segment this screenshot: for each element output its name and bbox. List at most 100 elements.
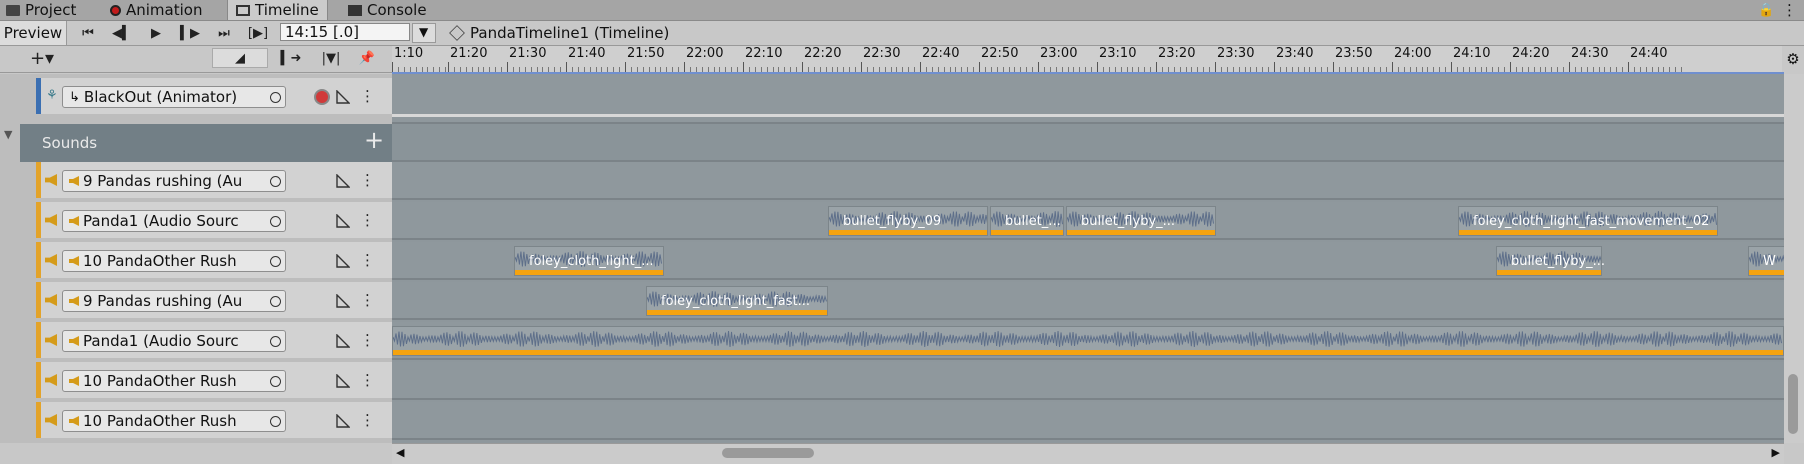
track-header-audio[interactable]: 10 PandaOther Rush ⋮ bbox=[36, 402, 392, 440]
curves-icon[interactable] bbox=[336, 254, 350, 268]
pin-icon[interactable]: 📌 bbox=[352, 48, 382, 68]
track-header-audio[interactable]: 9 Pandas rushing (Au ⋮ bbox=[36, 282, 392, 320]
group-expander[interactable]: ▼ bbox=[0, 124, 20, 162]
track-menu-icon[interactable]: ⋮ bbox=[360, 87, 375, 105]
goto-end-icon[interactable]: ⏭ bbox=[210, 23, 238, 43]
animator-object-field[interactable]: ↳ BlackOut (Animator) bbox=[62, 86, 286, 108]
audio-clip[interactable]: bullet_... bbox=[990, 206, 1064, 236]
curves-icon[interactable] bbox=[336, 374, 350, 388]
add-track-button[interactable]: +▾ bbox=[22, 48, 62, 69]
timeline-clip-area[interactable]: bullet_flyby_09 bullet_... bullet_flyby_..… bbox=[392, 74, 1784, 443]
track-header-audio[interactable]: 9 Pandas rushing (Au ⋮ bbox=[36, 162, 392, 200]
lane-audio[interactable] bbox=[392, 282, 1784, 320]
breadcrumb[interactable]: PandaTimeline1 (Timeline) bbox=[449, 21, 669, 45]
track-header-audio[interactable]: Panda1 (Audio Sourc ⋮ bbox=[36, 322, 392, 360]
object-picker-icon[interactable] bbox=[270, 295, 281, 307]
scroll-right-icon[interactable]: ▶ bbox=[1772, 446, 1780, 459]
lane-audio[interactable] bbox=[392, 162, 1784, 200]
object-picker-icon[interactable] bbox=[270, 335, 281, 347]
track-menu-icon[interactable]: ⋮ bbox=[360, 371, 375, 389]
add-track-icon[interactable]: + bbox=[364, 126, 384, 154]
audio-source-icon bbox=[69, 176, 79, 186]
track-header-animator[interactable]: ⚘ ↳ BlackOut (Animator) ⋮ bbox=[36, 78, 392, 116]
ruler-tick bbox=[566, 62, 567, 72]
audio-clip[interactable]: foley_cloth_light_... bbox=[514, 246, 664, 276]
audio-source-field[interactable]: 10 PandaOther Rush bbox=[62, 250, 286, 272]
audio-clip[interactable]: foley_cloth_light_fast_movement_02 bbox=[1458, 206, 1718, 236]
audio-source-field[interactable]: Panda1 (Audio Sourc bbox=[62, 330, 286, 352]
horizontal-scroll-thumb[interactable] bbox=[722, 448, 814, 458]
track-header-audio[interactable]: 10 PandaOther Rush ⋮ bbox=[36, 362, 392, 400]
clip-label: W bbox=[1763, 254, 1776, 269]
audio-clip[interactable]: W bbox=[1748, 246, 1784, 276]
ruler-minor-tick bbox=[1622, 67, 1624, 72]
window-menu-icon[interactable]: ⋮ bbox=[1782, 0, 1797, 20]
track-menu-icon[interactable]: ⋮ bbox=[360, 251, 375, 269]
curves-icon[interactable] bbox=[336, 174, 350, 188]
scroll-left-icon[interactable]: ◀ bbox=[396, 446, 404, 459]
play-icon[interactable]: ▶ bbox=[142, 23, 170, 43]
track-menu-icon[interactable]: ⋮ bbox=[360, 411, 375, 429]
audio-source-field[interactable]: 9 Pandas rushing (Au bbox=[62, 170, 286, 192]
track-menu-icon[interactable]: ⋮ bbox=[360, 171, 375, 189]
record-icon[interactable] bbox=[314, 89, 330, 105]
curves-icon[interactable] bbox=[336, 334, 350, 348]
tab-project[interactable]: Project bbox=[6, 0, 76, 20]
time-ruler[interactable]: 1:10 21:20 21:30 21:40 21:50 22:00 22:10 22:20 2… bbox=[392, 46, 1784, 75]
previous-frame-icon[interactable]: ◀▍ bbox=[108, 23, 136, 43]
tab-animation[interactable]: Animation bbox=[110, 0, 202, 20]
audio-clip[interactable]: foley_cloth_light_fast... bbox=[646, 286, 828, 316]
tab-timeline[interactable]: Timeline bbox=[227, 0, 328, 20]
goto-start-icon[interactable]: ⏮ bbox=[74, 23, 102, 43]
curves-icon[interactable] bbox=[336, 90, 350, 104]
audio-source-field[interactable]: 10 PandaOther Rush bbox=[62, 370, 286, 392]
ruler-minor-tick bbox=[471, 67, 473, 72]
track-group-sounds[interactable]: Sounds + bbox=[20, 124, 392, 162]
audio-clip-long[interactable] bbox=[392, 326, 1784, 356]
lane-audio[interactable] bbox=[392, 402, 1784, 440]
next-frame-icon[interactable]: ▍▶ bbox=[176, 23, 204, 43]
time-field[interactable]: 14:15 [.0] bbox=[280, 23, 410, 41]
preview-button[interactable]: Preview bbox=[0, 21, 67, 45]
object-picker-icon[interactable] bbox=[270, 91, 281, 103]
audio-clip[interactable]: bullet_flyby_... bbox=[1496, 246, 1605, 276]
curves-icon[interactable] bbox=[336, 294, 350, 308]
track-menu-icon[interactable]: ⋮ bbox=[360, 211, 375, 229]
ruler-minor-tick bbox=[518, 67, 520, 72]
track-header-audio[interactable]: Panda1 (Audio Sourc ⋮ bbox=[36, 202, 392, 240]
timeline-asset-icon bbox=[449, 25, 465, 41]
tab-console[interactable]: Console bbox=[348, 0, 427, 20]
object-picker-icon[interactable] bbox=[270, 375, 281, 387]
record-icon bbox=[110, 4, 121, 16]
play-range-icon[interactable]: [▶] bbox=[244, 23, 272, 43]
track-menu-icon[interactable]: ⋮ bbox=[360, 291, 375, 309]
curves-icon[interactable] bbox=[336, 214, 350, 228]
ruler-minor-tick bbox=[595, 67, 597, 72]
replace-mode-icon[interactable]: |▼| bbox=[316, 48, 346, 68]
audio-track-icon bbox=[45, 174, 57, 186]
audio-source-field[interactable]: 9 Pandas rushing (Au bbox=[62, 290, 286, 312]
audio-clip[interactable]: bullet_flyby_09 bbox=[828, 206, 988, 236]
time-format-dropdown[interactable]: ▼ bbox=[412, 23, 436, 43]
audio-clip[interactable]: bullet_flyby_... bbox=[1066, 206, 1216, 236]
ruler-minor-tick bbox=[1091, 67, 1093, 72]
vertical-scroll-thumb[interactable] bbox=[1788, 374, 1798, 434]
ripple-mode-icon[interactable]: ▍➜ bbox=[276, 48, 306, 68]
audio-source-field[interactable]: Panda1 (Audio Sourc bbox=[62, 210, 286, 232]
clip-duration-bar bbox=[991, 230, 1063, 235]
lock-icon[interactable]: 🔒 bbox=[1758, 0, 1774, 20]
audio-source-field[interactable]: 10 PandaOther Rush bbox=[62, 410, 286, 432]
edit-mode-icon[interactable]: ◢ bbox=[212, 48, 268, 68]
object-picker-icon[interactable] bbox=[270, 175, 281, 187]
track-menu-icon[interactable]: ⋮ bbox=[360, 331, 375, 349]
object-picker-icon[interactable] bbox=[270, 215, 281, 227]
curves-icon[interactable] bbox=[336, 414, 350, 428]
horizontal-scrollbar[interactable]: ◀ ▶ bbox=[392, 443, 1784, 464]
object-picker-icon[interactable] bbox=[270, 415, 281, 427]
gear-icon[interactable]: ⚙ bbox=[1782, 46, 1804, 72]
object-picker-icon[interactable] bbox=[270, 255, 281, 267]
track-color-stripe bbox=[36, 402, 41, 438]
track-header-audio[interactable]: 10 PandaOther Rush ⋮ bbox=[36, 242, 392, 280]
lane-audio[interactable] bbox=[392, 362, 1784, 400]
vertical-scrollbar[interactable] bbox=[1784, 74, 1804, 443]
